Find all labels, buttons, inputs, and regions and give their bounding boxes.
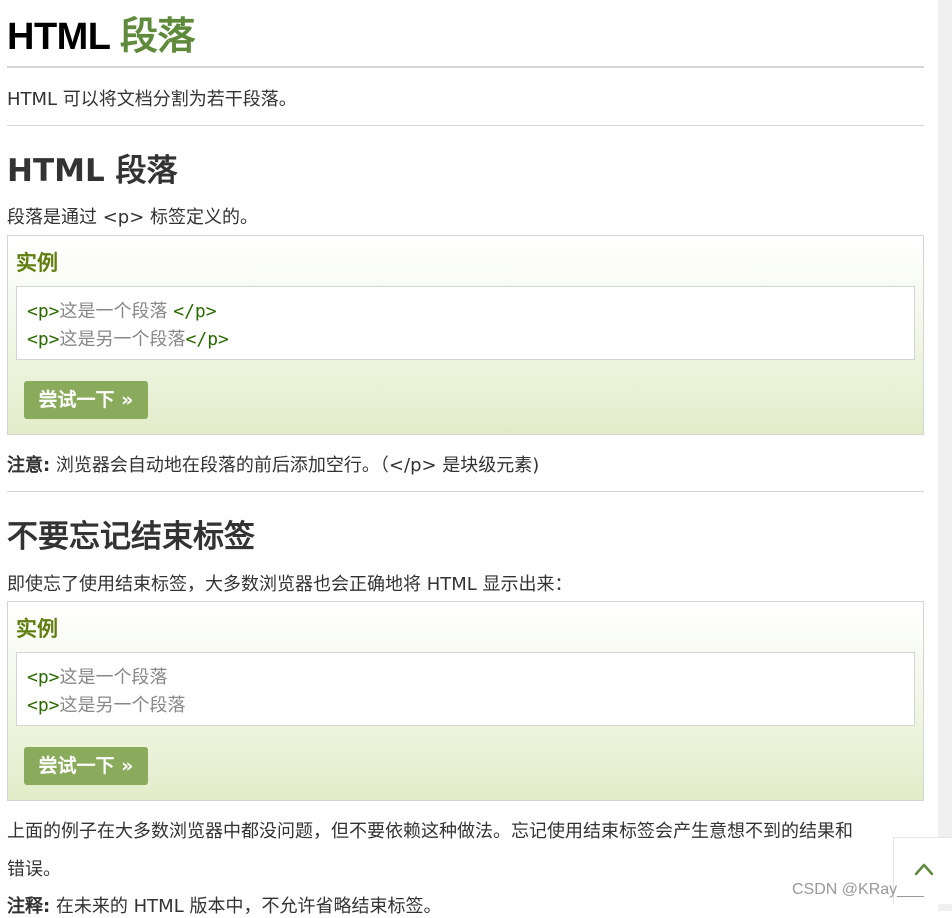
try-it-button[interactable]: 尝试一下 »: [24, 381, 148, 419]
page-title: HTML 段落: [7, 5, 195, 60]
paragraph-text: 错误。: [7, 859, 61, 880]
note-label: 注释:: [7, 896, 51, 917]
section-heading-closing-tags: 不要忘记结束标签: [7, 519, 255, 555]
watermark: CSDN @KRay___: [792, 881, 924, 898]
section-description: 即使忘了使用结束标签，大多数浏览器也会正确地将 HTML 显示出来：: [7, 574, 573, 595]
note-text: 注释: 在未来的 HTML 版本中，不允许省略结束标签。: [7, 896, 442, 917]
code-block: <p>这是一个段落 <p>这是另一个段落: [16, 652, 915, 726]
note-text: 注意: 浏览器会自动地在段落的前后添加空行。（</p> 是块级元素): [7, 455, 540, 476]
intro-text: HTML 可以将文档分割为若干段落。: [7, 89, 297, 110]
code-line: <p>这是一个段落 </p>: [27, 301, 217, 322]
example-box: 实例 <p>这是一个段落 </p> <p>这是另一个段落</p> 尝试一下 »: [7, 235, 924, 435]
chevron-up-icon: [914, 863, 934, 876]
divider: [7, 125, 924, 126]
note-label: 注意:: [7, 455, 51, 476]
code-line: <p>这是一个段落: [27, 667, 168, 688]
code-line: <p>这是另一个段落: [27, 695, 186, 716]
code-block: <p>这是一个段落 </p> <p>这是另一个段落</p>: [16, 286, 915, 360]
paragraph-text: 上面的例子在大多数浏览器中都没问题，但不要依赖这种做法。忘记使用结束标签会产生意…: [7, 821, 853, 842]
page-title-prefix: HTML: [7, 16, 110, 58]
code-line: <p>这是另一个段落</p>: [27, 329, 229, 350]
example-box: 实例 <p>这是一个段落 <p>这是另一个段落 尝试一下 »: [7, 601, 924, 801]
divider: [7, 66, 924, 68]
section-heading-html-paragraph: HTML 段落: [7, 153, 178, 189]
page-title-accent: 段落: [119, 16, 196, 58]
section-description: 段落是通过 <p> 标签定义的。: [7, 207, 259, 228]
example-title: 实例: [16, 617, 58, 641]
page-scrollbar[interactable]: [938, 0, 952, 911]
example-title: 实例: [16, 251, 58, 275]
divider: [7, 491, 924, 492]
try-it-button[interactable]: 尝试一下 »: [24, 747, 148, 785]
